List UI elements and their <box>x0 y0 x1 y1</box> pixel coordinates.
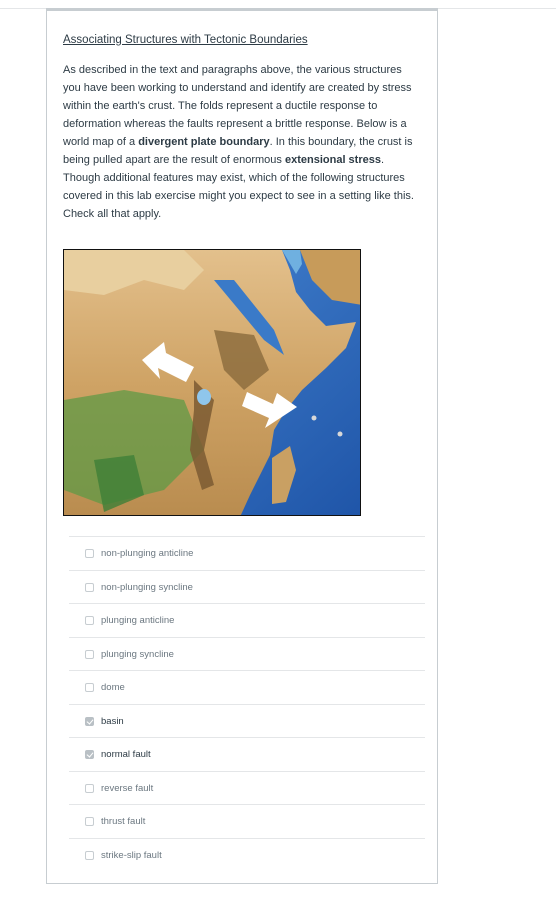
option-non-plunging-anticline[interactable]: non-plunging anticline <box>69 536 425 570</box>
seychelles <box>311 415 317 421</box>
answer-options: non-plunging anticline non-plunging sync… <box>69 536 425 871</box>
checkbox-plunging-anticline[interactable] <box>85 616 94 625</box>
question-text-bold-divergent: divergent plate boundary <box>138 136 270 148</box>
option-thrust-fault[interactable]: thrust fault <box>69 804 425 838</box>
checkbox-thrust-fault[interactable] <box>85 817 94 826</box>
option-label: dome <box>101 682 125 693</box>
question-card: Associating Structures with Tectonic Bou… <box>46 8 438 884</box>
option-dome[interactable]: dome <box>69 670 425 704</box>
checkbox-dome[interactable] <box>85 683 94 692</box>
option-label: non-plunging syncline <box>101 581 193 593</box>
card-top-border <box>47 9 437 11</box>
checkbox-reverse-fault[interactable] <box>85 783 94 793</box>
island <box>337 431 343 437</box>
checkbox-strike-slip-fault[interactable] <box>85 850 94 860</box>
option-plunging-syncline[interactable]: plunging syncline <box>69 636 425 671</box>
option-strike-slip-fault[interactable]: strike-slip fault <box>69 837 425 872</box>
option-label: strike-slip fault <box>101 849 162 861</box>
option-non-plunging-syncline[interactable]: non-plunging syncline <box>69 569 425 604</box>
option-label: non-plunging anticline <box>101 548 194 559</box>
lake-victoria <box>197 389 211 405</box>
option-label: thrust fault <box>101 816 146 827</box>
checkbox-non-plunging-syncline[interactable] <box>85 582 94 592</box>
option-normal-fault[interactable]: normal fault <box>69 737 425 771</box>
option-label: reverse fault <box>101 782 154 794</box>
question-text: As described in the text and paragraphs … <box>63 61 421 223</box>
option-label: normal fault <box>101 749 151 760</box>
checkbox-basin[interactable] <box>85 716 94 726</box>
option-label: plunging syncline <box>101 648 174 660</box>
checkbox-normal-fault[interactable] <box>85 750 94 759</box>
option-plunging-anticline[interactable]: plunging anticline <box>69 603 425 637</box>
checkbox-non-plunging-anticline[interactable] <box>85 549 94 558</box>
checkbox-plunging-syncline[interactable] <box>85 649 94 659</box>
question-text-bold-extensional: extensional stress <box>284 154 381 166</box>
option-label: basin <box>101 715 124 727</box>
option-label: plunging anticline <box>101 615 175 626</box>
option-basin[interactable]: basin <box>69 703 425 738</box>
divergent-boundary-map <box>63 249 361 516</box>
option-reverse-fault[interactable]: reverse fault <box>69 770 425 805</box>
question-title: Associating Structures with Tectonic Bou… <box>63 34 308 46</box>
terrain-map-image <box>64 250 360 515</box>
